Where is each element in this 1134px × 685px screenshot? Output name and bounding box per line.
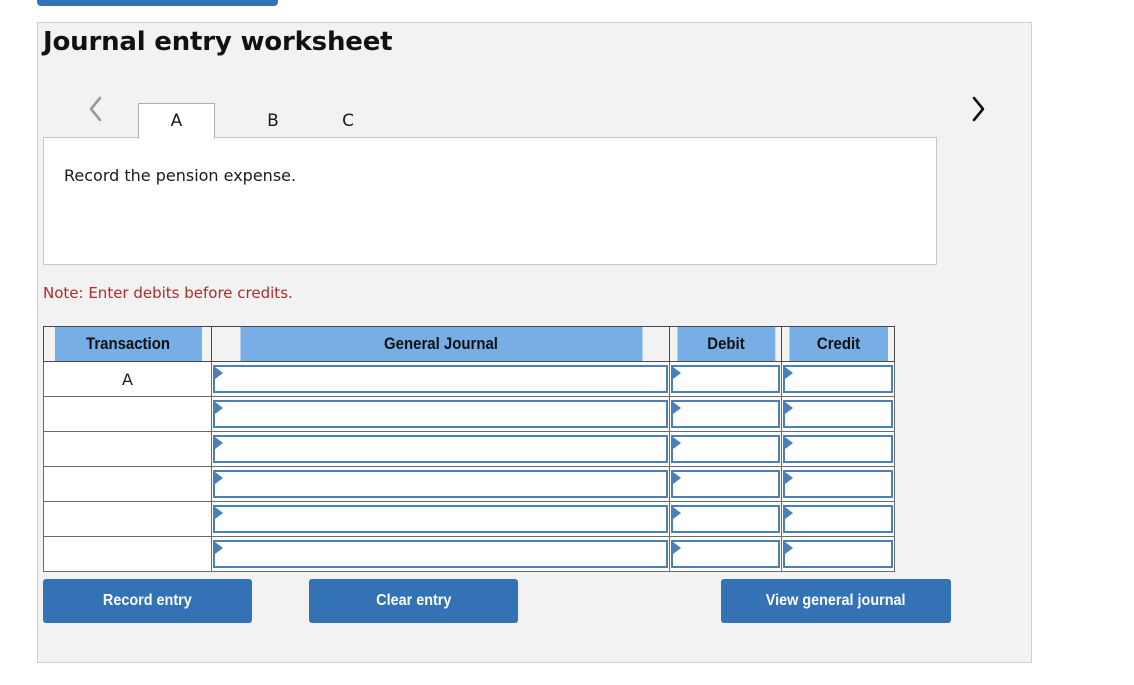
credit-input-wrap[interactable] — [783, 435, 893, 463]
general-journal-cell — [211, 536, 670, 572]
credit-input-wrap[interactable] — [783, 540, 893, 568]
debit-input-wrap[interactable] — [671, 365, 780, 393]
debit-cell — [669, 396, 782, 432]
next-entry-button[interactable] — [963, 90, 993, 128]
debit-input-2[interactable] — [682, 437, 776, 461]
chevron-left-icon — [87, 94, 105, 124]
general-journal-cell — [211, 396, 670, 432]
transaction-cell: A — [43, 361, 212, 397]
table-row — [43, 396, 895, 432]
general-journal-input-3[interactable] — [224, 472, 664, 496]
credit-cell — [781, 361, 895, 397]
credit-input-wrap[interactable] — [783, 365, 893, 393]
entry-description-box: Record the pension expense. — [43, 137, 937, 265]
prev-entry-button[interactable] — [81, 90, 111, 128]
table-row — [43, 431, 895, 467]
debit-input-3[interactable] — [682, 472, 776, 496]
table-row: A — [43, 361, 895, 397]
column-header-debit: Debit — [675, 326, 776, 362]
tab-a[interactable]: A — [138, 103, 215, 139]
top-blue-tab-bar[interactable] — [37, 0, 278, 6]
tab-b[interactable]: B — [253, 103, 293, 138]
credit-input-0[interactable] — [794, 367, 889, 391]
column-header-credit: Credit — [787, 326, 889, 362]
view-general-journal-button[interactable]: View general journal — [721, 579, 951, 623]
credit-input-3[interactable] — [794, 472, 889, 496]
chevron-right-icon — [969, 94, 987, 124]
general-journal-input-1[interactable] — [224, 402, 664, 426]
general-journal-cell — [211, 501, 670, 537]
column-header-general-journal: General Journal — [238, 326, 643, 362]
credit-input-wrap[interactable] — [783, 470, 893, 498]
credit-input-wrap[interactable] — [783, 400, 893, 428]
transaction-cell — [43, 501, 212, 537]
tab-b-label: B — [267, 110, 279, 131]
table-row — [43, 536, 895, 572]
debit-cell — [669, 501, 782, 537]
credit-input-5[interactable] — [794, 542, 889, 566]
column-header-transaction: Transaction — [53, 326, 202, 362]
credit-cell — [781, 536, 895, 572]
credit-cell — [781, 396, 895, 432]
general-journal-input-0[interactable] — [224, 367, 664, 391]
general-journal-input-wrap[interactable] — [213, 435, 668, 463]
general-journal-input-wrap[interactable] — [213, 400, 668, 428]
general-journal-cell — [211, 466, 670, 502]
credit-cell — [781, 466, 895, 502]
clear-entry-label: Clear entry — [375, 592, 452, 609]
debit-input-wrap[interactable] — [671, 435, 780, 463]
general-journal-input-wrap[interactable] — [213, 365, 668, 393]
record-entry-label: Record entry — [103, 592, 192, 609]
credit-cell — [781, 501, 895, 537]
tab-a-label: A — [170, 111, 183, 131]
debit-cell — [669, 466, 782, 502]
debit-cell — [669, 536, 782, 572]
transaction-cell — [43, 536, 212, 572]
credit-input-2[interactable] — [794, 437, 889, 461]
table-row — [43, 501, 895, 537]
general-journal-input-2[interactable] — [224, 437, 664, 461]
transaction-cell — [43, 466, 212, 502]
view-general-journal-label: View general journal — [766, 592, 906, 609]
debit-input-wrap[interactable] — [671, 470, 780, 498]
tab-c[interactable]: C — [328, 103, 368, 138]
debit-input-wrap[interactable] — [671, 540, 780, 568]
app-root: Journal entry worksheet A B C Record the… — [0, 0, 1134, 685]
debit-input-wrap[interactable] — [671, 400, 780, 428]
clear-entry-button[interactable]: Clear entry — [309, 579, 518, 623]
transaction-cell — [43, 396, 212, 432]
record-entry-button[interactable]: Record entry — [43, 579, 252, 623]
transaction-cell — [43, 431, 212, 467]
credit-cell — [781, 431, 895, 467]
general-journal-input-5[interactable] — [224, 542, 664, 566]
credit-input-4[interactable] — [794, 507, 889, 531]
debit-cell — [669, 361, 782, 397]
table-header-row: Transaction General Journal Debit Credit — [44, 326, 895, 362]
tab-c-label: C — [342, 110, 354, 131]
tab-strip: A B C — [43, 81, 985, 139]
entry-description-text: Record the pension expense. — [64, 166, 297, 185]
credit-input-wrap[interactable] — [783, 505, 893, 533]
general-journal-input-wrap[interactable] — [213, 540, 668, 568]
debit-input-0[interactable] — [682, 367, 776, 391]
debit-input-5[interactable] — [682, 542, 776, 566]
debits-before-credits-note: Note: Enter debits before credits. — [43, 284, 293, 302]
debit-cell — [669, 431, 782, 467]
table-row — [43, 466, 895, 502]
general-journal-input-4[interactable] — [224, 507, 664, 531]
debit-input-1[interactable] — [682, 402, 776, 426]
general-journal-input-wrap[interactable] — [213, 470, 668, 498]
debit-input-4[interactable] — [682, 507, 776, 531]
general-journal-cell — [211, 361, 670, 397]
credit-input-1[interactable] — [794, 402, 889, 426]
general-journal-input-wrap[interactable] — [213, 505, 668, 533]
journal-entry-table: Transaction General Journal Debit Credit… — [43, 326, 895, 572]
general-journal-cell — [211, 431, 670, 467]
debit-input-wrap[interactable] — [671, 505, 780, 533]
page-title: Journal entry worksheet — [43, 27, 393, 57]
